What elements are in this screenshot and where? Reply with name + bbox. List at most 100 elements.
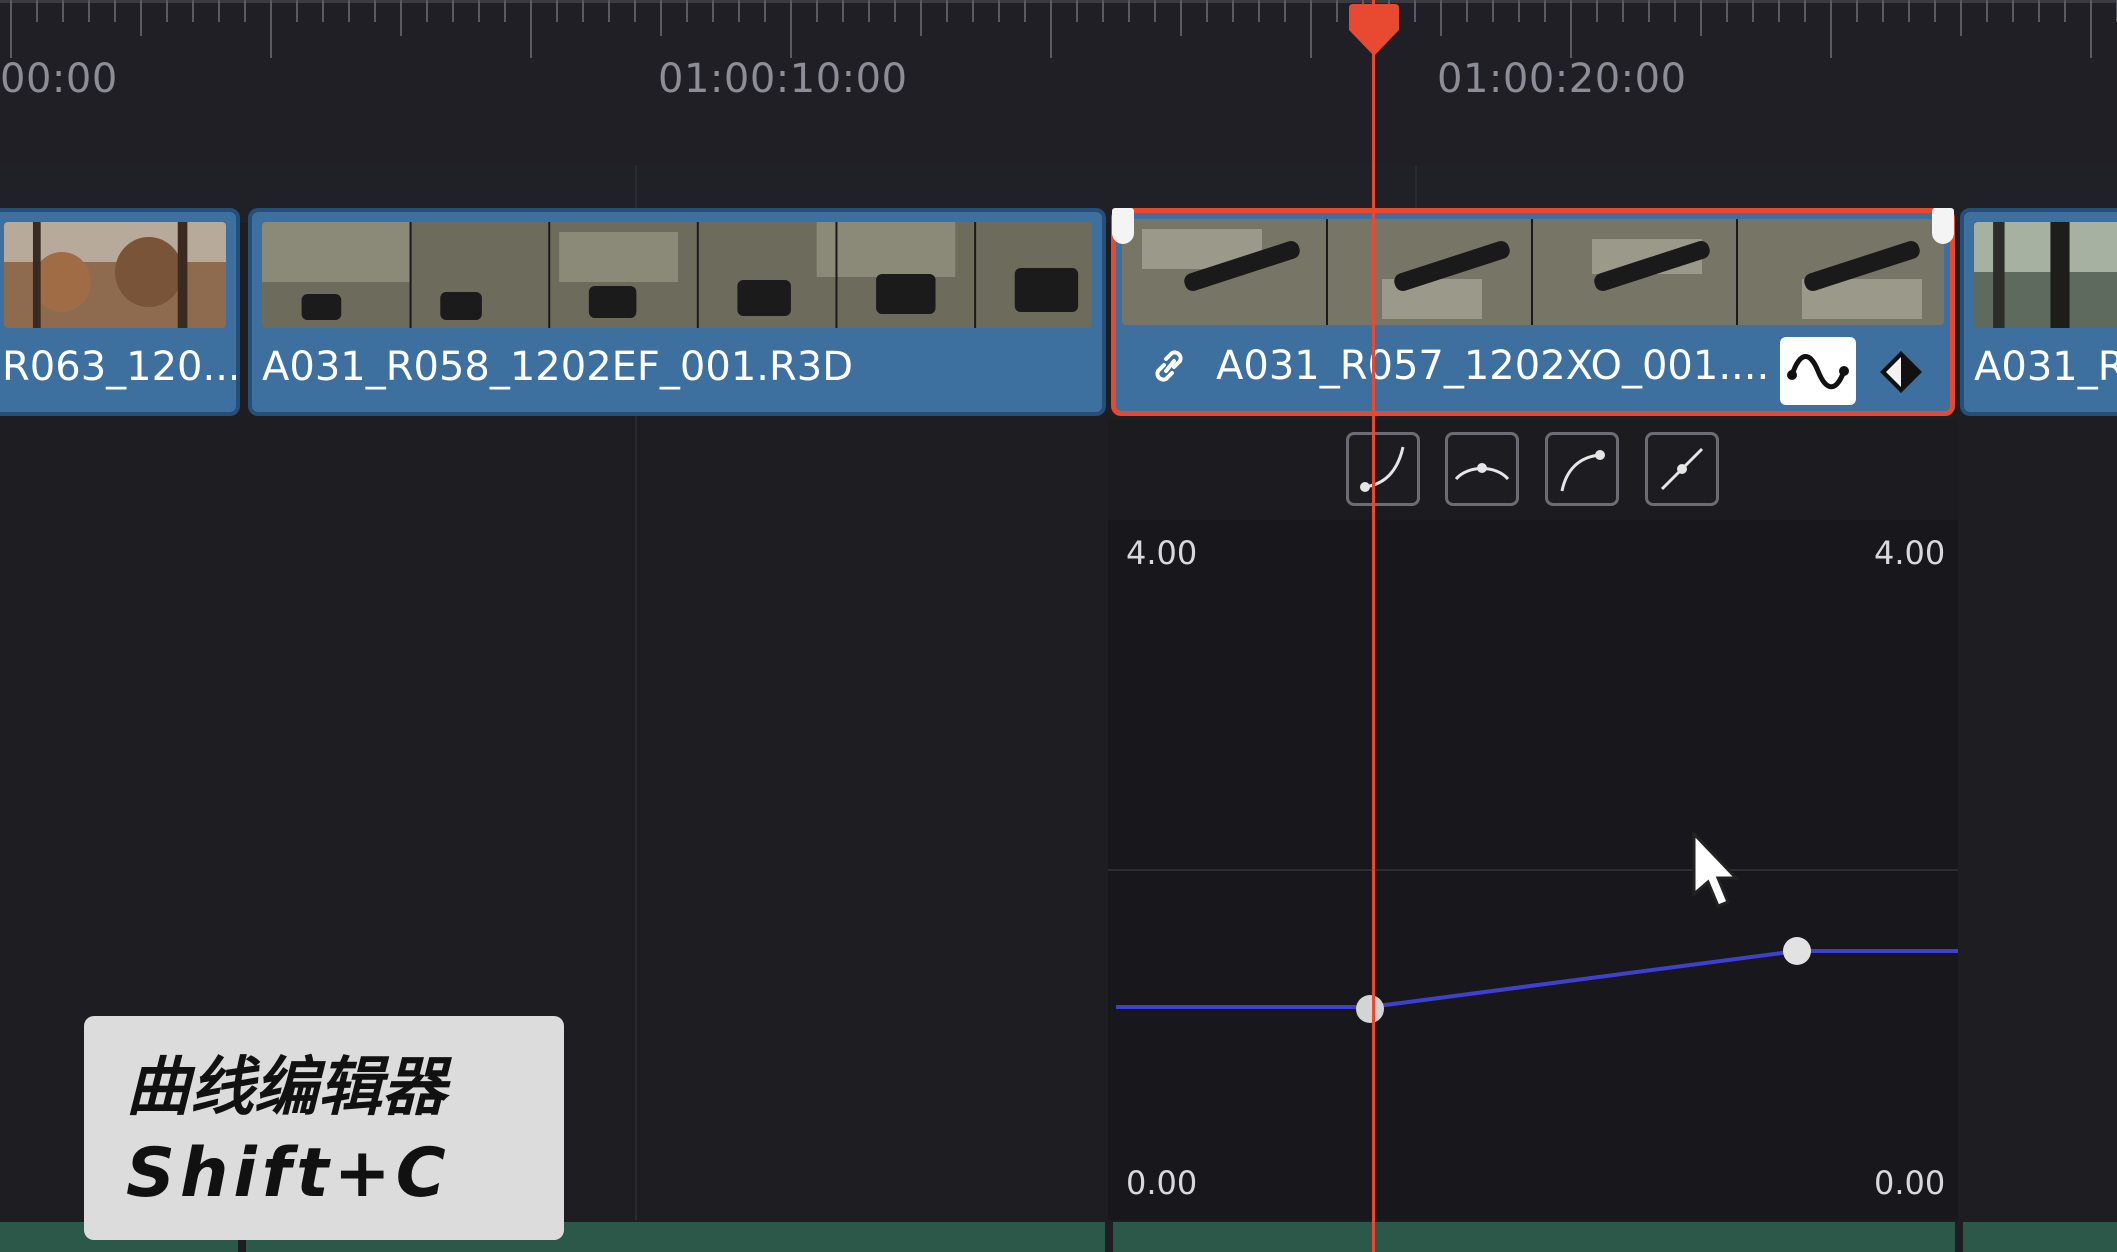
- clip-thumbnail-strip: [1122, 219, 1944, 325]
- playhead-marker[interactable]: [1345, 4, 1403, 56]
- caption-title: 曲线编辑器: [126, 1051, 446, 1125]
- ruler-tick: [270, 0, 272, 58]
- ruler-tick: [608, 0, 610, 22]
- ruler-tick: [1856, 0, 1858, 22]
- ruler-tick: [1570, 0, 1572, 58]
- ruler-tick: [1466, 0, 1468, 22]
- keyframe-point[interactable]: [1783, 937, 1811, 965]
- clip-thumbnail-strip: [262, 222, 1092, 328]
- ruler-tick: [426, 0, 428, 22]
- caption-shortcut: Shift+C: [126, 1134, 451, 1213]
- trim-handle-left[interactable]: [1112, 208, 1134, 244]
- ruler-tick: [10, 0, 12, 58]
- clip-thumbnail-strip: [1974, 222, 2117, 328]
- ruler-tick: [218, 0, 220, 22]
- ruler-tick: [2038, 0, 2040, 22]
- clip-divider: [1105, 1222, 1113, 1252]
- ruler-tick: [920, 0, 922, 36]
- shortcut-caption: 曲线编辑器 Shift+C: [84, 1016, 564, 1240]
- ruler-tick: [738, 0, 740, 22]
- ruler-tick: [114, 0, 116, 22]
- ruler-tick: [1648, 0, 1650, 22]
- ruler-tick: [1492, 0, 1494, 22]
- ruler-tick: [1752, 0, 1754, 22]
- ruler-tick: [400, 0, 402, 36]
- mouse-cursor-icon: [1692, 832, 1740, 908]
- ruler-tick: [1882, 0, 1884, 22]
- ease-in-out-icon[interactable]: [1445, 432, 1519, 506]
- ruler-tick: [2012, 0, 2014, 22]
- ruler-tick: [1206, 0, 1208, 22]
- ruler-tick: [1180, 0, 1182, 36]
- link-icon: [1146, 343, 1192, 389]
- clip-name: A031_R057_1202XO_001....: [1216, 343, 1770, 389]
- ruler-tick: [946, 0, 948, 22]
- timecode-ruler[interactable]: 00:00 01:00:10:00 01:00:20:00: [0, 0, 2117, 165]
- ruler-tick: [790, 0, 792, 58]
- ruler-tick: [244, 0, 246, 22]
- ruler-tick: [1986, 0, 1988, 22]
- clip-name: A031_R: [1974, 344, 2117, 390]
- ruler-tick: [894, 0, 896, 22]
- ruler-tick: [660, 0, 662, 36]
- ruler-tick: [1830, 0, 1832, 58]
- ruler-tick: [452, 0, 454, 22]
- ruler-tick: [36, 0, 38, 22]
- ruler-tick: [1336, 0, 1338, 22]
- ruler-tick: [1076, 0, 1078, 22]
- clip-divider: [1955, 1222, 1963, 1252]
- ease-out-icon[interactable]: [1545, 432, 1619, 506]
- ruler-tick: [998, 0, 1000, 22]
- timecode-label-20s: 01:00:20:00: [1437, 56, 1687, 102]
- ruler-tick: [764, 0, 766, 22]
- grid-line-20s: [1415, 165, 1417, 210]
- timecode-label-start: 00:00: [0, 56, 118, 102]
- keyframe-icon[interactable]: [1878, 349, 1924, 395]
- clip-thumbnail-strip: [4, 222, 226, 328]
- keyframe-point[interactable]: [1356, 995, 1384, 1023]
- timeline-clip-next[interactable]: A031_R: [1960, 208, 2117, 416]
- ruler-tick: [816, 0, 818, 22]
- curve-graph[interactable]: [1108, 520, 1958, 1220]
- ruler-tick: [530, 0, 532, 58]
- ruler-top-border: [0, 0, 2117, 3]
- ruler-tick: [1258, 0, 1260, 22]
- ruler-tick: [1050, 0, 1052, 58]
- ruler-tick: [192, 0, 194, 22]
- ease-in-icon[interactable]: [1346, 432, 1420, 506]
- ruler-tick: [1102, 0, 1104, 22]
- ruler-tick: [712, 0, 714, 22]
- timeline-clip-r058[interactable]: A031_R058_1202EF_001.R3D: [248, 208, 1106, 416]
- ruler-tick: [1908, 0, 1910, 22]
- ruler-tick: [1778, 0, 1780, 22]
- ruler-tick: [634, 0, 636, 22]
- trim-handle-right[interactable]: [1932, 208, 1954, 244]
- ruler-tick: [556, 0, 558, 22]
- ruler-tick: [1960, 0, 1962, 36]
- keyframe-curve: [1116, 949, 1958, 1009]
- ruler-tick: [166, 0, 168, 22]
- linear-icon[interactable]: [1645, 432, 1719, 506]
- ruler-tick: [2090, 0, 2092, 58]
- ruler-tick: [1284, 0, 1286, 22]
- ruler-tick: [88, 0, 90, 22]
- ruler-tick: [582, 0, 584, 22]
- timeline-editor: 00:00 01:00:10:00 01:00:20:00 R063_120..…: [0, 0, 2117, 1252]
- ruler-tick: [1128, 0, 1130, 22]
- ruler-tick: [1622, 0, 1624, 22]
- ruler-tick: [1674, 0, 1676, 22]
- ruler-tick: [62, 0, 64, 22]
- ruler-tick: [1934, 0, 1936, 22]
- ruler-tick: [1804, 0, 1806, 22]
- ruler-tick: [504, 0, 506, 22]
- clip-name: R063_120...: [2, 344, 240, 390]
- ruler-tick: [296, 0, 298, 22]
- ruler-tick: [1700, 0, 1702, 36]
- playhead-line[interactable]: [1372, 0, 1375, 1252]
- timeline-clip-r063[interactable]: R063_120...: [0, 208, 240, 416]
- curve-toolbar-area: [1108, 420, 1958, 520]
- curve-editor-toggle-icon[interactable]: [1780, 337, 1856, 405]
- ruler-tick: [348, 0, 350, 22]
- timeline-clip-r057-selected[interactable]: A031_R057_1202XO_001....: [1111, 208, 1955, 416]
- clip-name: A031_R058_1202EF_001.R3D: [262, 344, 854, 390]
